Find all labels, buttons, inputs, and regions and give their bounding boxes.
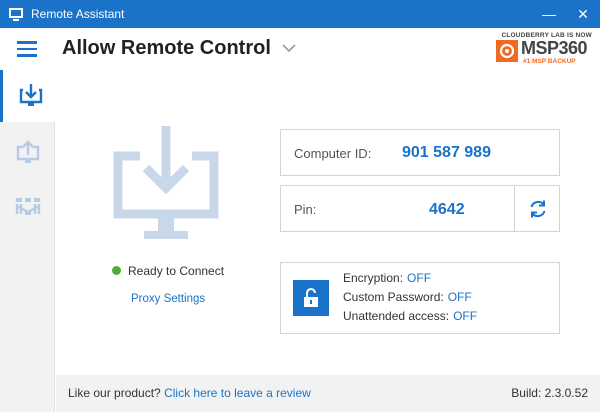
sidebar-item-network[interactable] [0, 182, 55, 234]
close-button[interactable]: ✕ [566, 0, 600, 28]
status-text: Ready to Connect [128, 264, 225, 278]
unattended-access-label: Unattended access: [343, 309, 450, 323]
unattended-access-value[interactable]: OFF [453, 309, 477, 323]
menu-icon[interactable] [17, 41, 37, 57]
download-monitor-icon [19, 84, 43, 106]
refresh-icon [530, 200, 546, 218]
unlock-icon [304, 288, 318, 307]
encryption-value[interactable]: OFF [407, 271, 431, 285]
unattended-access-row: Unattended access: OFF [343, 309, 477, 323]
brand-logo: CLOUDBERRY LAB IS NOW MSP360 #1 MSP BACK… [496, 32, 592, 66]
review-prompt: Like our product? Click here to leave a … [68, 386, 311, 400]
title-bar: Remote Assistant — ✕ [0, 0, 600, 28]
sidebar-item-connect[interactable] [0, 127, 55, 179]
encryption-row: Encryption: OFF [343, 271, 431, 285]
msp360-logo-icon [496, 40, 518, 62]
upload-monitor-icon [16, 140, 40, 163]
custom-password-value[interactable]: OFF [448, 290, 472, 304]
security-settings-button[interactable] [293, 280, 329, 316]
computer-id-panel: Computer ID: 901 587 989 [280, 129, 560, 176]
footer: Like our product? Click here to leave a … [56, 375, 600, 412]
encryption-label: Encryption: [343, 271, 404, 285]
brand-subtitle: #1 MSP BACKUP [523, 58, 576, 65]
security-panel: Encryption: OFF Custom Password: OFF Unatt… [280, 262, 560, 334]
page-title: Allow Remote Control [62, 37, 271, 59]
status-indicator [112, 266, 121, 275]
header: Allow Remote Control CLOUDBERRY LAB IS N… [0, 28, 600, 70]
computer-id-value: 901 587 989 [402, 144, 491, 161]
window-title: Remote Assistant [31, 7, 125, 21]
app-icon [9, 8, 23, 21]
brand-name: MSP360 [521, 38, 588, 58]
review-prompt-text: Like our product? [68, 386, 161, 400]
custom-password-row: Custom Password: OFF [343, 290, 472, 304]
connection-status: Ready to Connect [112, 264, 224, 278]
download-monitor-illustration [113, 126, 219, 239]
chevron-down-icon[interactable] [282, 43, 296, 53]
sidebar-item-allow-control[interactable] [0, 70, 55, 122]
sidebar [0, 70, 55, 412]
computer-id-label: Computer ID: [294, 146, 372, 161]
refresh-pin-button[interactable] [514, 185, 560, 232]
pin-panel: Pin: 4642 [280, 185, 515, 232]
pin-label: Pin: [294, 202, 317, 217]
build-version: Build: 2.3.0.52 [511, 386, 588, 400]
network-icon [15, 198, 41, 215]
proxy-settings-link[interactable]: Proxy Settings [131, 293, 205, 305]
custom-password-label: Custom Password: [343, 290, 444, 304]
pin-value: 4642 [429, 201, 465, 218]
leave-review-link[interactable]: Click here to leave a review [164, 386, 311, 400]
minimize-button[interactable]: — [532, 0, 566, 28]
